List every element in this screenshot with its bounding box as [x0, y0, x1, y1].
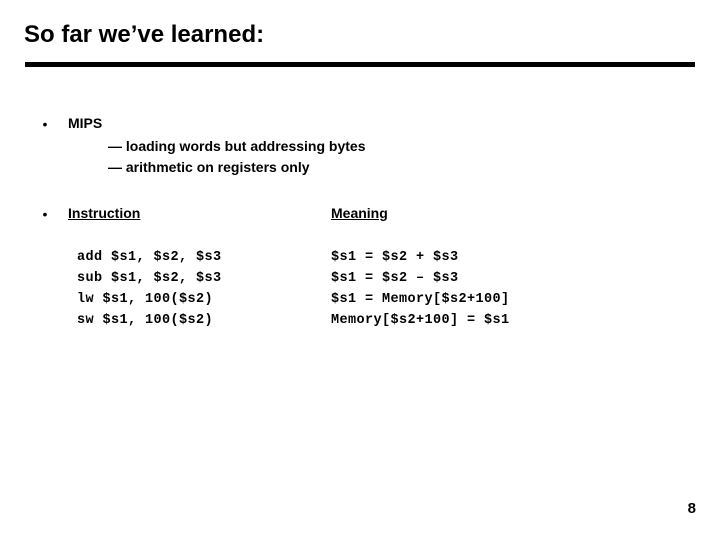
table-row: sub $s1, $s2, $s3 $s1 = $s2 – $s3 [77, 268, 677, 289]
table-row: add $s1, $s2, $s3 $s1 = $s2 + $s3 [77, 247, 677, 268]
column-header-meaning: Meaning [331, 205, 388, 221]
table-row: lw $s1, 100($s2) $s1 = Memory[$s2+100] [77, 289, 677, 310]
cell-instruction: lw $s1, 100($s2) [77, 292, 214, 307]
slide-body: • MIPS — loading words but addressing by… [0, 0, 720, 540]
cell-instruction: add $s1, $s2, $s3 [77, 250, 222, 265]
cell-instruction: sub $s1, $s2, $s3 [77, 271, 222, 286]
bullet-label-mips: MIPS [68, 115, 103, 131]
cell-meaning: $s1 = Memory[$s2+100] [331, 292, 510, 307]
sub-item-arithmetic-registers: — arithmetic on registers only [108, 159, 310, 175]
cell-meaning: $s1 = $s2 + $s3 [331, 250, 459, 265]
cell-meaning: Memory[$s2+100] = $s1 [331, 313, 510, 328]
bullet-marker-mips: • [42, 116, 48, 132]
column-header-instruction: Instruction [68, 205, 141, 221]
cell-instruction: sw $s1, 100($s2) [77, 313, 214, 328]
bullet-marker-instruction-table: • [42, 206, 48, 222]
page-number: 8 [687, 500, 696, 517]
table-row: sw $s1, 100($s2) Memory[$s2+100] = $s1 [77, 310, 677, 331]
cell-meaning: $s1 = $s2 – $s3 [331, 271, 459, 286]
sub-item-loading-words: — loading words but addressing bytes [108, 138, 366, 154]
slide: So far we’ve learned: • MIPS — loading w… [0, 0, 720, 540]
instruction-meaning-table: add $s1, $s2, $s3 $s1 = $s2 + $s3 sub $s… [77, 247, 677, 331]
